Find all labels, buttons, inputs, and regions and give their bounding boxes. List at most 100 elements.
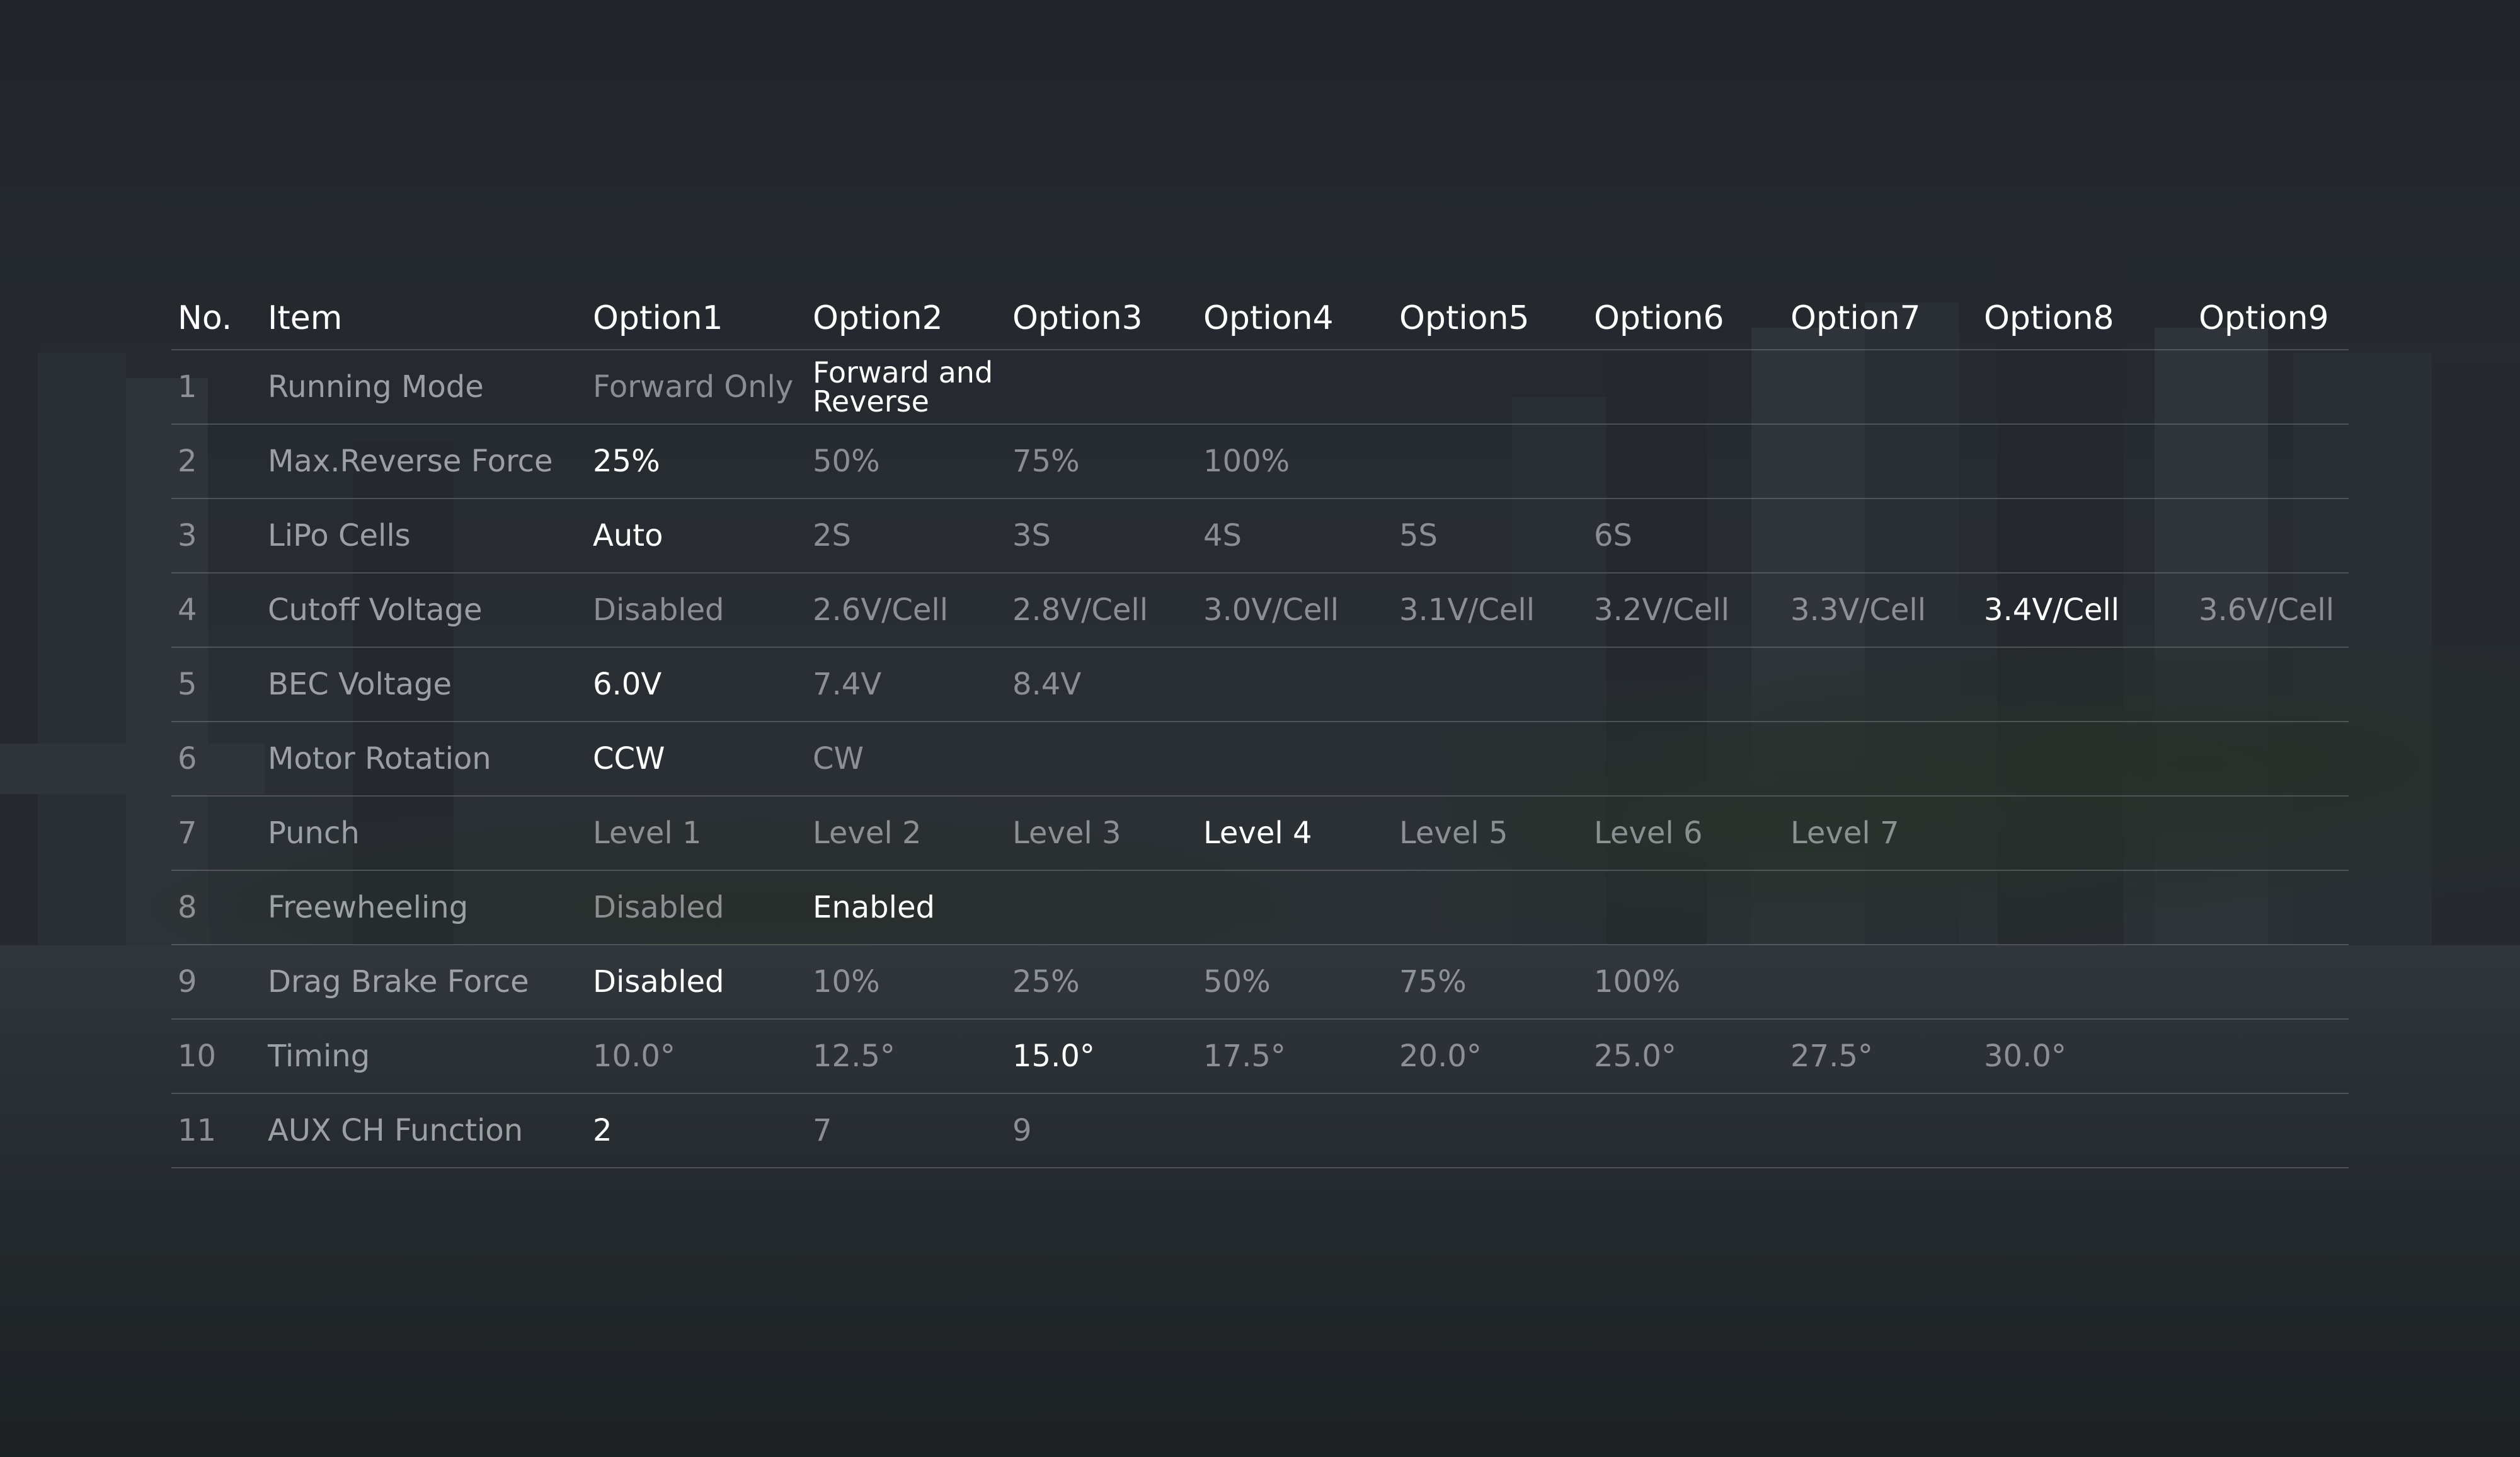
header-no: No. [178, 299, 232, 337]
option-cell: 7 [813, 1113, 832, 1148]
option-cell: 3.6V/Cell [2199, 592, 2335, 628]
table-row: 5 BEC Voltage 6.0V 7.4V 8.4V [171, 647, 2349, 722]
option-cell: 27.5° [1790, 1039, 1873, 1074]
table-row: 1 Running Mode Forward Only Forward and … [171, 350, 2349, 424]
option-cell [1399, 350, 1594, 424]
row-item: LiPo Cells [268, 518, 411, 553]
option-cell [1594, 424, 1790, 498]
table-row: 4 Cutoff Voltage Disabled 2.6V/Cell 2.8V… [171, 573, 2349, 647]
option-cell: 9 [1012, 1113, 1032, 1148]
option-cell [2199, 796, 2349, 870]
option-cell [1399, 870, 1594, 945]
header-option6: Option6 [1594, 299, 1724, 337]
row-number: 6 [178, 741, 197, 776]
option-cell: 3.1V/Cell [1399, 592, 1535, 628]
option-cell: 3.2V/Cell [1594, 592, 1730, 628]
option-cell-selected: Forward and Reverse [813, 350, 1012, 424]
option-cell: Level 5 [1399, 815, 1508, 851]
option-cell: Level 3 [1012, 815, 1121, 851]
option-cell [1203, 350, 1399, 424]
option-cell: Level 2 [813, 815, 922, 851]
row-number: 2 [178, 444, 197, 479]
option-cell [1984, 870, 2199, 945]
row-number: 9 [178, 964, 197, 999]
option-cell: 12.5° [813, 1039, 895, 1074]
option-cell: Forward Only [593, 369, 794, 405]
option-cell-selected: 25% [593, 444, 660, 479]
table-row: 7 Punch Level 1 Level 2 Level 3 Level 4 … [171, 796, 2349, 870]
header-option2: Option2 [813, 299, 943, 337]
option-cell [1012, 350, 1203, 424]
row-item: Punch [268, 815, 360, 851]
option-cell [1790, 647, 1984, 722]
row-number: 1 [178, 369, 197, 405]
table-row: 9 Drag Brake Force Disabled 10% 25% 50% … [171, 945, 2349, 1019]
option-cell [2199, 350, 2349, 424]
row-number: 11 [178, 1113, 217, 1148]
option-cell [1790, 498, 1984, 573]
row-item: Motor Rotation [268, 741, 491, 776]
table-row: 2 Max.Reverse Force 25% 50% 75% 100% [171, 424, 2349, 498]
row-item: Freewheeling [268, 890, 469, 925]
option-cell: 3.3V/Cell [1790, 592, 1927, 628]
option-cell: 7.4V [813, 667, 882, 702]
option-cell-text: Forward and Reverse [813, 355, 994, 418]
option-cell: 20.0° [1399, 1039, 1482, 1074]
option-cell: Level 7 [1790, 815, 1899, 851]
option-cell [1594, 647, 1790, 722]
table-row: 11 AUX CH Function 2 7 9 [171, 1093, 2349, 1168]
table-header-row: No. Item Option1 Option2 Option3 Option4… [171, 280, 2349, 350]
option-cell-selected: 2 [593, 1113, 612, 1148]
option-cell-selected: Enabled [813, 890, 935, 925]
header-option7: Option7 [1790, 299, 1921, 337]
option-cell [2199, 1093, 2349, 1168]
table-row: 3 LiPo Cells Auto 2S 3S 4S 5S 6S [171, 498, 2349, 573]
option-cell [1399, 722, 1594, 796]
option-cell [1984, 945, 2199, 1019]
table-row: 6 Motor Rotation CCW CW [171, 722, 2349, 796]
option-cell: 2.8V/Cell [1012, 592, 1148, 628]
option-cell: 10% [813, 964, 880, 999]
option-cell: Level 6 [1594, 815, 1703, 851]
option-cell [1399, 424, 1594, 498]
option-cell [2199, 945, 2349, 1019]
row-number: 3 [178, 518, 197, 553]
row-item: Drag Brake Force [268, 964, 529, 999]
option-cell-selected: CCW [593, 741, 665, 776]
option-cell [1984, 1093, 2199, 1168]
option-cell [1790, 1093, 1984, 1168]
option-cell [1984, 498, 2199, 573]
option-cell [2199, 498, 2349, 573]
option-cell: 3S [1012, 518, 1051, 553]
option-cell-selected: Auto [593, 518, 663, 553]
option-cell [1790, 424, 1984, 498]
option-cell [1594, 1093, 1790, 1168]
option-cell [2199, 722, 2349, 796]
option-cell: Disabled [593, 890, 724, 925]
option-cell-selected: Level 4 [1203, 815, 1312, 851]
header-option9: Option9 [2199, 299, 2329, 337]
option-cell [1012, 870, 1203, 945]
option-cell: 2S [813, 518, 852, 553]
option-cell: 25% [1012, 964, 1080, 999]
row-number: 4 [178, 592, 197, 628]
option-cell-selected: Disabled [593, 964, 724, 999]
option-cell: 5S [1399, 518, 1438, 553]
option-cell [1984, 796, 2199, 870]
option-cell [1012, 722, 1203, 796]
table-row: 10 Timing 10.0° 12.5° 15.0° 17.5° 20.0° … [171, 1019, 2349, 1093]
table-row: 8 Freewheeling Disabled Enabled [171, 870, 2349, 945]
row-item: AUX CH Function [268, 1113, 524, 1148]
option-cell [1984, 722, 2199, 796]
row-number: 8 [178, 890, 197, 925]
option-cell-selected: 6.0V [593, 667, 662, 702]
option-cell [2199, 647, 2349, 722]
header-option3: Option3 [1012, 299, 1143, 337]
option-cell: 50% [1203, 964, 1271, 999]
row-item: Max.Reverse Force [268, 444, 553, 479]
option-cell [2199, 870, 2349, 945]
option-cell: 10.0° [593, 1039, 675, 1074]
option-cell [2199, 1019, 2349, 1093]
option-cell: 100% [1594, 964, 1681, 999]
option-cell: 30.0° [1984, 1039, 2066, 1074]
